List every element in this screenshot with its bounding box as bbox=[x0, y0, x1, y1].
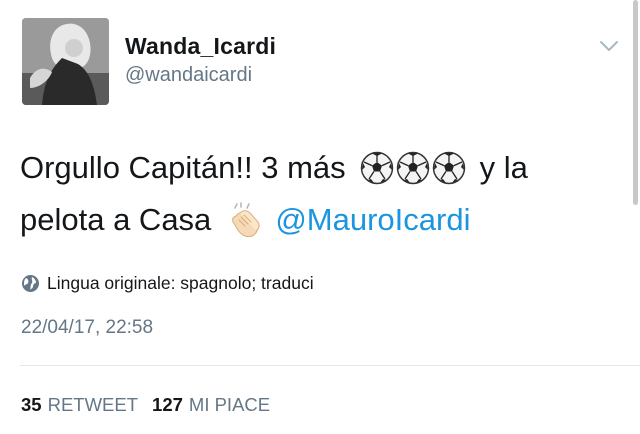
scrollbar[interactable] bbox=[633, 0, 638, 205]
tweet-text-part: y la bbox=[479, 150, 528, 185]
soccer-ball-icon bbox=[360, 151, 393, 185]
tweet-text-part: Orgullo Capitán!! 3 más bbox=[20, 150, 346, 185]
user-handle[interactable]: @wandaicardi bbox=[125, 64, 252, 87]
divider bbox=[20, 365, 640, 366]
tweet-card: Wanda_Icardi @wandaicardi Orgullo Capitá… bbox=[0, 0, 640, 434]
clapping-hands-icon bbox=[232, 202, 260, 238]
retweets-count: 35 bbox=[21, 394, 42, 415]
soccer-ball-icon bbox=[432, 151, 465, 185]
retweets-stat[interactable]: 35 RETWEET bbox=[21, 394, 138, 416]
tweet-stats: 35 RETWEET 127 MI PIACE bbox=[21, 394, 284, 416]
display-name[interactable]: Wanda_Icardi bbox=[125, 33, 276, 60]
globe-icon bbox=[22, 275, 39, 292]
emoji-group bbox=[360, 151, 468, 185]
chevron-down-icon[interactable] bbox=[598, 38, 620, 54]
soccer-ball-icon bbox=[396, 151, 429, 185]
retweets-label: RETWEET bbox=[47, 394, 139, 415]
likes-count: 127 bbox=[152, 394, 183, 415]
tweet-text-line-2: pelota a Casa @MauroIcardi bbox=[20, 202, 470, 238]
tweet-timestamp[interactable]: 22/04/17, 22:58 bbox=[21, 317, 153, 339]
translate-link[interactable]: Lingua originale: spagnolo; traduci bbox=[47, 273, 314, 294]
avatar[interactable] bbox=[22, 18, 109, 105]
tweet-text-part: pelota a Casa bbox=[20, 202, 212, 237]
user-mention-link[interactable]: @MauroIcardi bbox=[275, 202, 470, 238]
tweet-text-line-1: Orgullo Capitán!! 3 más y la bbox=[20, 150, 528, 186]
translate-row[interactable]: Lingua originale: spagnolo; traduci bbox=[21, 273, 314, 294]
likes-label: MI PIACE bbox=[188, 394, 271, 415]
likes-stat[interactable]: 127 MI PIACE bbox=[152, 394, 270, 416]
